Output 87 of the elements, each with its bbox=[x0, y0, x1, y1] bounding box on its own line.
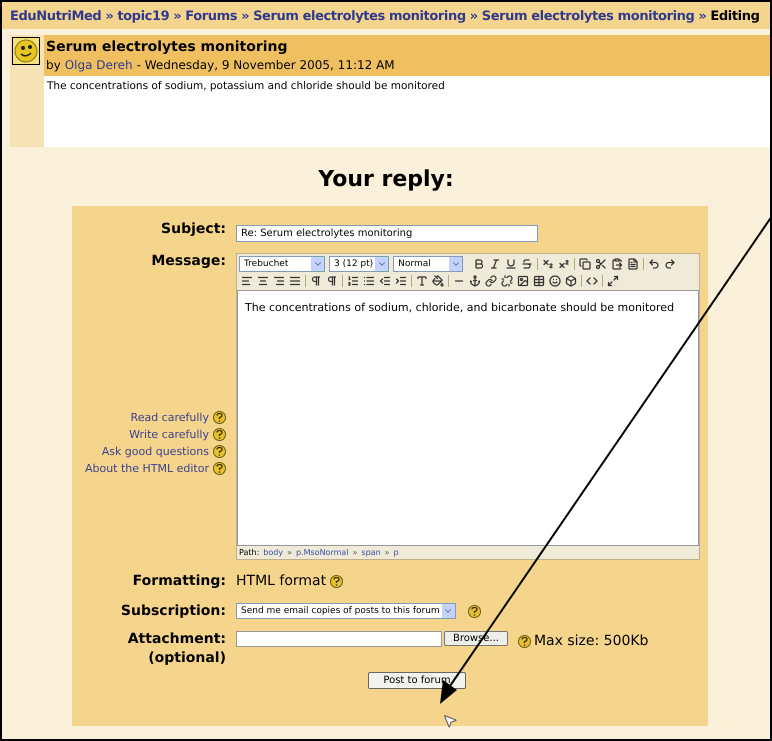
separator: » bbox=[173, 8, 182, 26]
author-link[interactable]: Olga Dereh bbox=[64, 57, 133, 74]
subject-field[interactable]: Re: Serum electrolytes monitoring bbox=[236, 225, 538, 242]
bullet-list-icon[interactable] bbox=[363, 275, 375, 287]
help-link[interactable]: About the HTML editor bbox=[84, 461, 209, 476]
max-size-text: Max size: 500Kb bbox=[534, 632, 648, 651]
help-icon[interactable] bbox=[213, 411, 226, 424]
smiley-icon[interactable] bbox=[549, 275, 561, 287]
help-link[interactable]: Read carefully bbox=[130, 410, 209, 425]
path-link[interactable]: span bbox=[361, 546, 381, 558]
anchor-icon[interactable] bbox=[469, 275, 481, 287]
separator: » bbox=[352, 546, 358, 558]
superscript-icon[interactable] bbox=[558, 258, 570, 270]
outdent-icon[interactable] bbox=[379, 275, 391, 287]
pilcrow-icon[interactable] bbox=[326, 275, 338, 287]
text-color-icon[interactable] bbox=[416, 275, 428, 287]
underline-icon[interactable] bbox=[505, 258, 518, 270]
help-icon[interactable] bbox=[518, 635, 531, 648]
subscript-icon[interactable] bbox=[542, 258, 554, 270]
numbered-list-icon[interactable] bbox=[347, 275, 359, 287]
message-label: Message: bbox=[151, 252, 226, 271]
post-body: The concentrations of sodium, potassium and chloride should be monitored bbox=[44, 76, 770, 147]
byline-label: by bbox=[46, 57, 61, 74]
unlink-icon[interactable] bbox=[501, 275, 513, 287]
table-icon[interactable] bbox=[533, 275, 545, 287]
pilcrow-icon[interactable] bbox=[310, 275, 322, 287]
strikethrough-icon[interactable] bbox=[521, 258, 534, 270]
attachment-label: Attachment: bbox=[128, 630, 226, 649]
breadcrumb-link[interactable]: topic19 bbox=[117, 7, 170, 26]
reply-heading: Your reply: bbox=[318, 166, 454, 194]
size-select[interactable]: 3 (12 pt) bbox=[329, 256, 390, 272]
bold-icon[interactable] bbox=[473, 258, 486, 270]
help-link[interactable]: Write carefully bbox=[129, 427, 209, 442]
help-link[interactable]: Ask good questions bbox=[102, 444, 209, 459]
post-to-forum-button[interactable]: Post to forum bbox=[368, 672, 466, 689]
help-icon[interactable] bbox=[213, 428, 226, 441]
cube-icon[interactable] bbox=[565, 275, 577, 287]
separator: » bbox=[287, 546, 292, 558]
help-icon[interactable] bbox=[213, 445, 226, 458]
help-icon[interactable] bbox=[468, 604, 481, 618]
format-select[interactable]: Normal bbox=[393, 256, 464, 272]
document-icon[interactable] bbox=[627, 258, 640, 270]
justify-icon[interactable] bbox=[289, 275, 301, 287]
breadcrumb-link[interactable]: Serum electrolytes monitoring bbox=[482, 7, 694, 26]
post-title: Serum electrolytes monitoring bbox=[46, 38, 289, 57]
help-icon[interactable] bbox=[213, 462, 226, 475]
separator: » bbox=[384, 546, 390, 558]
image-icon[interactable] bbox=[517, 275, 529, 287]
attachment-field[interactable] bbox=[236, 631, 442, 647]
subscription-select[interactable]: Send me email copies of posts to this forum bbox=[236, 603, 456, 619]
code-icon[interactable] bbox=[586, 275, 598, 287]
subject-label: Subject: bbox=[161, 220, 226, 239]
indent-icon[interactable] bbox=[395, 275, 407, 287]
subscription-label: Subscription: bbox=[120, 602, 226, 620]
align-center-icon[interactable] bbox=[257, 275, 269, 287]
attachment-note: (optional) bbox=[148, 649, 226, 668]
path-link[interactable]: body bbox=[263, 546, 284, 558]
current-page: Editing bbox=[710, 8, 760, 26]
paint-bucket-icon[interactable] bbox=[432, 275, 444, 287]
breadcrumb-link[interactable]: Forums bbox=[185, 7, 238, 26]
separator: » bbox=[105, 8, 114, 26]
formatting-label: Formatting: bbox=[132, 572, 226, 590]
breadcrumb-link[interactable]: EduNutriMed bbox=[10, 7, 102, 26]
italic-icon[interactable] bbox=[489, 258, 502, 270]
breadcrumb-link[interactable]: Serum electrolytes monitoring bbox=[253, 7, 466, 26]
message-text-area[interactable]: The concentrations of sodium, chloride, and bicarbonate should be monitored bbox=[237, 290, 699, 546]
align-left-icon[interactable] bbox=[241, 275, 253, 287]
mouse-cursor-icon bbox=[442, 713, 458, 729]
separator: » bbox=[470, 8, 478, 26]
path-link[interactable]: p bbox=[394, 546, 399, 558]
align-right-icon[interactable] bbox=[273, 275, 285, 287]
redo-icon[interactable] bbox=[664, 258, 676, 270]
path-link[interactable]: p.MsoNormal bbox=[296, 546, 349, 558]
link-icon[interactable] bbox=[485, 275, 497, 287]
font-select[interactable]: Trebuchet bbox=[239, 256, 325, 272]
undo-icon[interactable] bbox=[648, 258, 660, 270]
help-icon[interactable] bbox=[330, 574, 344, 588]
path-label: Path: bbox=[239, 546, 260, 558]
avatar-icon bbox=[12, 37, 40, 65]
separator: » bbox=[698, 8, 706, 26]
format-value: HTML format bbox=[236, 572, 326, 590]
fullscreen-icon[interactable] bbox=[607, 275, 619, 287]
post-date: - Wednesday, 9 November 2005, 11:12 AM bbox=[136, 57, 395, 74]
copy-icon[interactable] bbox=[579, 258, 592, 270]
separator: » bbox=[241, 8, 250, 26]
paste-icon[interactable] bbox=[611, 258, 624, 270]
cut-icon[interactable] bbox=[595, 258, 608, 270]
